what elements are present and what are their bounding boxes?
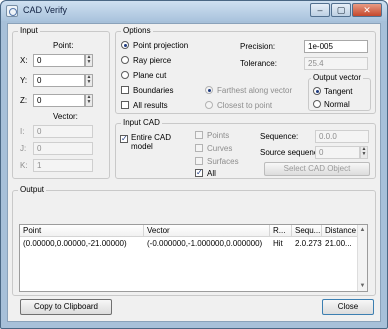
i-field[interactable]: 0	[33, 125, 93, 138]
output-table[interactable]: Point Vector R... Sequ... Distance (0.00…	[19, 224, 368, 292]
tangent-label: Tangent	[324, 87, 353, 96]
options-legend: Options	[121, 26, 153, 35]
input-cad-legend: Input CAD	[121, 118, 162, 127]
table-cell-distance[interactable]: 21.00...	[322, 238, 358, 250]
input-cad-group: Input CAD ✓ Entire CAD model Points Curv…	[115, 118, 376, 179]
farthest-radio[interactable]	[205, 86, 213, 94]
source-sequence-spinner[interactable]: ▲ ▼	[360, 146, 368, 159]
k-field[interactable]: 1	[33, 159, 93, 172]
output-legend: Output	[18, 185, 47, 194]
tangent-radio[interactable]	[313, 87, 321, 95]
scroll-down-icon[interactable]: ▼	[358, 281, 367, 291]
normal-label: Normal	[324, 100, 350, 109]
point-projection-label: Point projection	[133, 41, 189, 50]
close-window-button[interactable]: ✕	[352, 3, 382, 17]
all-checkbox[interactable]: ✓	[195, 169, 203, 177]
z-field[interactable]: 0	[33, 94, 85, 107]
k-label: K:	[20, 161, 28, 170]
all-results-checkbox[interactable]	[121, 101, 129, 109]
table-cell-result[interactable]: Hit	[270, 238, 292, 250]
j-label: J:	[20, 144, 27, 153]
tolerance-label: Tolerance:	[240, 59, 277, 68]
point-projection-radio[interactable]	[121, 41, 129, 49]
farthest-label: Farthest along vector	[217, 86, 293, 95]
precision-label: Precision:	[240, 42, 276, 51]
surfaces-checkbox[interactable]	[195, 157, 203, 165]
sequence-field[interactable]: 0.0.0	[315, 130, 369, 143]
sequence-label: Sequence:	[260, 132, 299, 141]
app-icon	[6, 5, 18, 17]
input-group: Input Point: X: 0 ▲ ▼ Y: 0 ▲ ▼ Z: 0 ▲ ▼ Vec…	[12, 26, 110, 179]
output-vector-legend: Output vector	[311, 73, 364, 82]
title-bar[interactable]: CAD Verify – ▢ ✕	[1, 1, 387, 21]
column-header-distance[interactable]: Distance	[322, 225, 358, 237]
normal-radio[interactable]	[313, 100, 321, 108]
source-sequence-field[interactable]: 0	[315, 146, 360, 159]
ray-pierce-label: Ray pierce	[133, 56, 172, 65]
plane-cut-label: Plane cut	[133, 71, 167, 80]
z-spinner[interactable]: ▲ ▼	[85, 94, 93, 107]
entire-cad-model-checkbox[interactable]: ✓	[120, 135, 128, 143]
window-title: CAD Verify	[23, 5, 68, 15]
closest-label: Closest to point	[217, 101, 273, 110]
plane-cut-radio[interactable]	[121, 71, 129, 79]
vector-label: Vector:	[53, 112, 78, 121]
x-spinner[interactable]: ▲ ▼	[85, 54, 93, 67]
minimize-button[interactable]: –	[310, 3, 330, 17]
copy-to-clipboard-button[interactable]: Copy to Clipboard	[20, 299, 112, 315]
closest-radio[interactable]	[205, 101, 213, 109]
y-field[interactable]: 0	[33, 74, 85, 87]
curves-checkbox[interactable]	[195, 144, 203, 152]
column-header-vector[interactable]: Vector	[144, 225, 270, 237]
table-cell-point[interactable]: (0.00000,0.00000,-21.00000)	[20, 238, 144, 250]
table-scrollbar[interactable]: ▲ ▼	[357, 225, 367, 291]
y-label: Y:	[20, 76, 28, 85]
options-group: Options Point projection Ray pierce Plan…	[115, 26, 376, 114]
points-checkbox[interactable]	[195, 131, 203, 139]
points-label: Points	[207, 131, 230, 140]
boundaries-checkbox[interactable]	[121, 86, 129, 94]
i-label: I:	[20, 127, 25, 136]
table-cell-vector[interactable]: (-0.000000,-1.000000,0.000000)	[144, 238, 270, 250]
dialog-body: Input Point: X: 0 ▲ ▼ Y: 0 ▲ ▼ Z: 0 ▲ ▼ Vec…	[7, 23, 381, 322]
j-field[interactable]: 0	[33, 142, 93, 155]
output-vector-group: Output vector Tangent Normal	[308, 73, 371, 111]
column-header-point[interactable]: Point	[20, 225, 144, 237]
column-header-result[interactable]: R...	[270, 225, 292, 237]
all-results-label: All results	[133, 101, 168, 110]
scroll-up-icon[interactable]: ▲	[358, 225, 367, 235]
select-cad-object-button[interactable]: Select CAD Object	[264, 162, 370, 176]
z-label: Z:	[20, 96, 28, 105]
entire-cad-model-label-line1: Entire CAD	[131, 133, 172, 142]
input-legend: Input	[18, 26, 40, 35]
cad-verify-window: CAD Verify – ▢ ✕ Input Point: X: 0 ▲ ▼ Y:…	[0, 0, 388, 329]
all-label: All	[207, 169, 216, 178]
point-label: Point:	[53, 41, 74, 50]
x-label: X:	[20, 56, 28, 65]
x-field[interactable]: 0	[33, 54, 85, 67]
curves-label: Curves	[207, 144, 233, 153]
precision-field[interactable]: 1e-005	[304, 40, 368, 53]
ray-pierce-radio[interactable]	[121, 56, 129, 64]
column-header-sequence[interactable]: Sequ...	[292, 225, 322, 237]
table-cell-sequence[interactable]: 2.0.273	[292, 238, 322, 250]
close-button[interactable]: Close	[322, 299, 374, 315]
maximize-button[interactable]: ▢	[331, 3, 351, 17]
y-spinner[interactable]: ▲ ▼	[85, 74, 93, 87]
entire-cad-model-label-line2: model	[131, 142, 153, 151]
surfaces-label: Surfaces	[207, 157, 239, 166]
tolerance-field[interactable]: 25.4	[304, 57, 368, 70]
boundaries-label: Boundaries	[133, 86, 174, 95]
